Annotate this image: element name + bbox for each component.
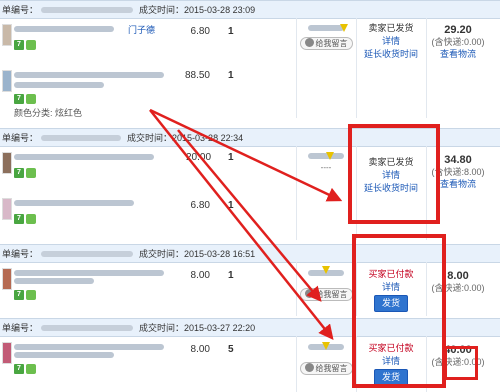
seven-day-return-icon: 7 [14, 290, 24, 300]
order-time-label: 成交时间： [139, 5, 185, 15]
item-price: 6.80 [190, 200, 210, 211]
order-header: 单编号： 成交时间： 2015-03-28 23:09 [0, 1, 500, 19]
order-id-value [41, 324, 134, 331]
highlight-box-shipped [348, 124, 440, 224]
message-icon [304, 363, 314, 372]
product-badges: 7 [14, 290, 36, 300]
item-qty: 1 [228, 152, 234, 163]
item-qty: 1 [228, 200, 234, 211]
order-time: 2015-03-27 22:20 [184, 322, 256, 333]
product-title[interactable] [14, 26, 114, 32]
product-thumbnail[interactable] [2, 152, 12, 174]
highlight-box-paid [352, 234, 446, 388]
order-time: 2015-03-28 23:09 [184, 4, 256, 15]
message-icon [304, 38, 314, 47]
product-badges: 7 [14, 40, 36, 50]
shipping-fee: (含快递:0.00) [431, 37, 485, 47]
product-badges: 7 [14, 364, 36, 374]
message-button[interactable]: 给我留言 [299, 362, 353, 375]
order-id-label: 单编号： [2, 133, 39, 143]
guarantee-icon [26, 94, 36, 104]
status-text: 卖家已发货 [368, 23, 414, 33]
product-thumbnail[interactable] [2, 198, 12, 220]
order-item: 7 颜色分类: 炫红色 88.50 1 [0, 66, 500, 118]
product-badges: 7 [14, 214, 36, 224]
product-badges: 7 [14, 168, 36, 178]
seven-day-return-icon: 7 [14, 94, 24, 104]
product-thumbnail[interactable] [2, 70, 12, 92]
logistics-link[interactable]: 查看物流 [440, 179, 476, 189]
order-id-value [41, 250, 134, 257]
product-title-tail[interactable]: 门子德 [128, 23, 155, 36]
order-id-label: 单编号： [2, 249, 39, 259]
guarantee-icon [26, 40, 36, 50]
message-icon [304, 289, 314, 298]
seller-info: ---- [298, 152, 354, 172]
guarantee-icon [26, 290, 36, 300]
item-price: 8.00 [190, 344, 210, 355]
order-id-label: 单编号： [2, 5, 39, 15]
seven-day-return-icon: 7 [14, 364, 24, 374]
seven-day-return-icon: 7 [14, 168, 24, 178]
detail-link[interactable]: 详情 [358, 35, 424, 48]
seven-day-return-icon: 7 [14, 40, 24, 50]
seller-sub: ---- [320, 163, 332, 172]
guarantee-icon [26, 214, 36, 224]
order-total: 29.20 (含快递:0.00) 查看物流 [428, 24, 488, 60]
order-time-label: 成交时间： [139, 249, 185, 259]
product-title[interactable] [14, 72, 164, 78]
product-variant: 颜色分类: 炫红色 [14, 108, 83, 118]
product-badges: 7 [14, 94, 36, 104]
item-qty: 1 [228, 26, 234, 37]
message-button[interactable]: 给我留言 [299, 288, 353, 301]
total-amount: 29.20 [444, 24, 472, 36]
item-price: 20.00 [186, 152, 212, 163]
item-qty: 1 [228, 270, 234, 281]
message-button[interactable]: 给我留言 [299, 37, 353, 50]
item-qty: 1 [228, 70, 234, 81]
order-time-label: 成交时间： [127, 133, 173, 143]
item-price: 6.80 [190, 26, 210, 37]
order-id-value [41, 6, 134, 13]
order-time-label: 成交时间： [139, 323, 185, 333]
item-qty: 5 [228, 344, 234, 355]
item-price: 88.50 [184, 70, 210, 81]
order-time: 2015-03-28 16:51 [184, 248, 256, 259]
product-title[interactable] [14, 270, 164, 276]
product-title[interactable] [14, 344, 164, 350]
guarantee-icon [26, 168, 36, 178]
guarantee-icon [26, 364, 36, 374]
order-item: 门子德 7 6.80 1 给我留言 卖家已发货 详情 延长收货时间 29.20 … [0, 22, 500, 66]
order-status: 卖家已发货 详情 延长收货时间 [358, 22, 424, 61]
extend-receipt-link[interactable]: 延长收货时间 [358, 48, 424, 61]
logistics-link[interactable]: 查看物流 [440, 49, 476, 59]
seven-day-return-icon: 7 [14, 214, 24, 224]
product-thumbnail[interactable] [2, 342, 12, 364]
highlight-box-button [444, 346, 478, 380]
order-time: 2015-03-28 22:34 [172, 132, 244, 143]
product-thumbnail[interactable] [2, 268, 12, 290]
product-thumbnail[interactable] [2, 24, 12, 46]
order-id-label: 单编号： [2, 323, 39, 333]
product-title[interactable] [14, 200, 134, 206]
item-price: 8.00 [190, 270, 210, 281]
order-id-value [41, 134, 122, 141]
product-title[interactable] [14, 154, 154, 160]
